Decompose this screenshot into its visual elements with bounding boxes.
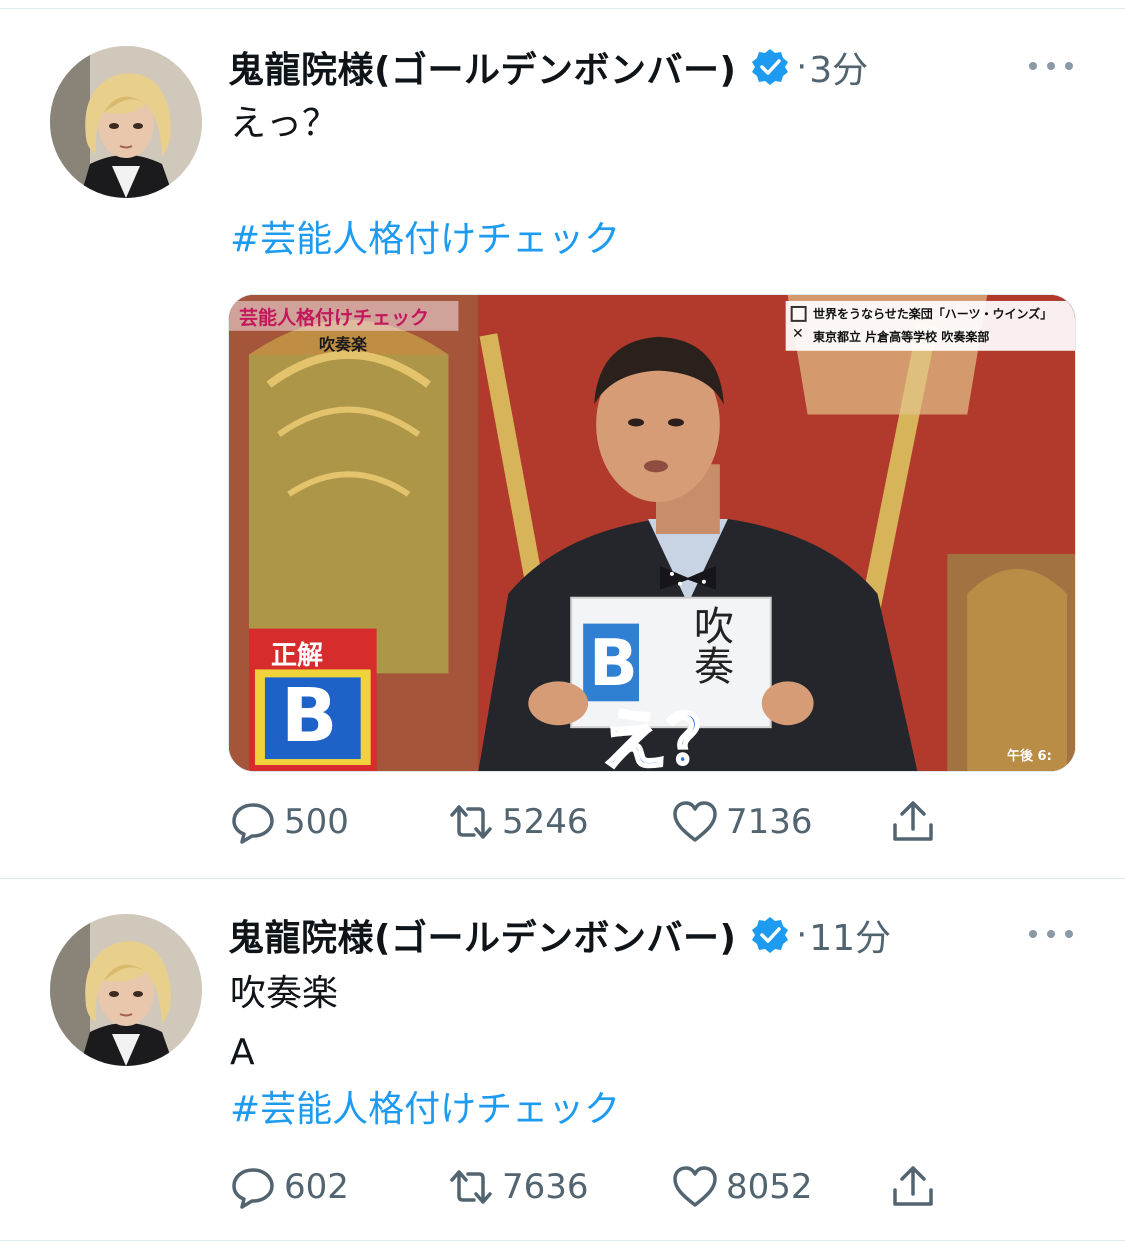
heart-icon (673, 801, 717, 842)
caption-overlay: え？ (600, 701, 735, 772)
author-name[interactable]: 鬼龍院様(ゴールデンボンバー) (228, 909, 736, 961)
tweet-actions: 602 7636 8052 (228, 1157, 988, 1217)
tweet-1[interactable]: 鬼龍院様(ゴールデンボンバー) · 3分 えっ？ #芸能人格付けチェック 芸能人… (0, 0, 1125, 878)
retweet-count: 5246 (502, 802, 589, 842)
avatar-image (50, 46, 202, 198)
reply-count: 500 (284, 802, 349, 842)
correct-label-overlay: 正解 (271, 641, 324, 671)
share-upload-icon (893, 1166, 933, 1206)
avatar[interactable] (50, 46, 202, 198)
retweet-button[interactable]: 7636 (446, 1157, 589, 1217)
tweet-header: 鬼龍院様(ゴールデンボンバー) · 3分 (228, 42, 868, 92)
clock-overlay: 午後 6: (1007, 749, 1052, 764)
heart-icon (673, 1166, 717, 1207)
like-button[interactable]: 7136 (670, 792, 813, 852)
tweet-media-image[interactable]: 芸能人格付けチェック 吹奏楽 世界をうならせた楽団「ハーツ・ウインズ」 東京都立… (228, 294, 1076, 772)
like-button[interactable]: 8052 (670, 1157, 813, 1217)
tweet-2[interactable]: 鬼龍院様(ゴールデンボンバー) · 11分 吹奏楽 A #芸能人格付けチェック … (0, 879, 1125, 1239)
like-count: 8052 (726, 1167, 813, 1207)
reply-bubble-icon (232, 803, 274, 844)
tweet-text: えっ？ (230, 103, 339, 144)
card-text-overlay: 吹奏 (687, 605, 733, 685)
avatar[interactable] (50, 914, 202, 1066)
share-button[interactable] (888, 792, 944, 852)
more-dots-icon[interactable] (1029, 928, 1073, 940)
timestamp[interactable]: 11分 (809, 909, 891, 961)
option-b-overlay: 東京都立 片倉高等学校 吹奏楽部 (813, 330, 990, 344)
reply-bubble-icon (232, 1168, 274, 1209)
hashtag-link[interactable]: #芸能人格付けチェック (230, 1086, 620, 1134)
separator-dot: · (796, 915, 808, 955)
like-count: 7136 (726, 802, 813, 842)
option-b-mark: ✕ (792, 326, 804, 342)
category-overlay: 吹奏楽 (319, 335, 368, 354)
show-title-overlay: 芸能人格付けチェック (239, 307, 430, 329)
hashtag-link[interactable]: #芸能人格付けチェック (230, 216, 620, 264)
verified-badge-icon (750, 47, 790, 87)
tweet-header: 鬼龍院様(ゴールデンボンバー) · 11分 (228, 910, 891, 960)
retweet-count: 7636 (502, 1167, 589, 1207)
author-name[interactable]: 鬼龍院様(ゴールデンボンバー) (228, 41, 736, 93)
share-upload-icon (893, 801, 933, 841)
tweet-text-line-2: A (230, 1032, 255, 1073)
reply-button[interactable]: 500 (228, 792, 349, 852)
tweet-actions: 500 5246 7136 (228, 792, 988, 852)
reply-button[interactable]: 602 (228, 1157, 349, 1217)
verified-badge-icon (750, 915, 790, 955)
correct-letter-overlay: B (281, 673, 338, 759)
separator-dot: · (796, 47, 808, 87)
retweet-arrows-icon (450, 805, 492, 839)
retweet-button[interactable]: 5246 (446, 792, 589, 852)
avatar-image (50, 914, 202, 1066)
bottom-divider (0, 1240, 1125, 1241)
option-a-overlay: 世界をうならせた楽団「ハーツ・ウインズ」 (813, 307, 1053, 321)
retweet-arrows-icon (450, 1170, 492, 1204)
share-button[interactable] (888, 1157, 944, 1217)
more-dots-icon[interactable] (1029, 60, 1073, 72)
tweet-text-line-1: 吹奏楽 (230, 973, 339, 1014)
reply-count: 602 (284, 1167, 349, 1207)
timestamp[interactable]: 3分 (809, 41, 868, 93)
